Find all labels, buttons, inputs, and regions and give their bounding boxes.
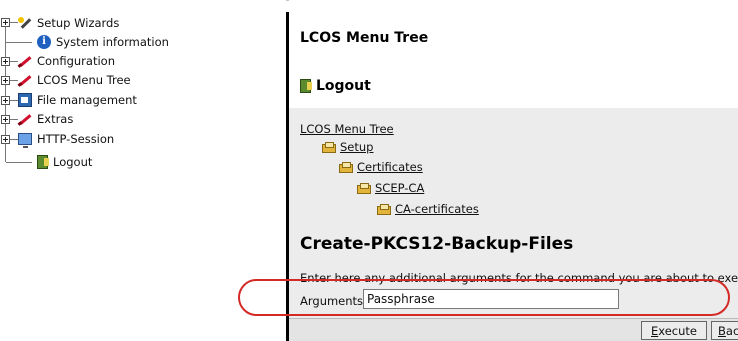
breadcrumb-scep-ca-link[interactable]: SCEP-CA: [357, 181, 424, 195]
sidebar-item-configuration[interactable]: Configuration: [18, 53, 115, 69]
logout-icon: [300, 79, 312, 93]
file-management-icon: [18, 93, 32, 107]
execute-button[interactable]: Execute: [641, 321, 707, 340]
expand-file-management-icon[interactable]: [1, 96, 10, 105]
sidebar-item-label: LCOS Menu Tree: [37, 73, 131, 87]
tree-branch: [10, 139, 18, 140]
expand-configuration-icon[interactable]: [1, 57, 10, 66]
folder-icon: [339, 161, 354, 173]
breadcrumb-root-link[interactable]: LCOS Menu Tree: [300, 122, 394, 136]
info-icon: i: [37, 35, 51, 49]
sidebar-item-label: Setup Wizards: [37, 16, 120, 30]
tree-branch: [6, 162, 32, 163]
sidebar-item-lcos-menu-tree[interactable]: LCOS Menu Tree: [18, 72, 131, 88]
sidebar-item-label: HTTP-Session: [37, 132, 115, 146]
tree-branch: [10, 22, 18, 23]
sidebar-item-label: File management: [37, 93, 137, 107]
back-button[interactable]: Back: [711, 321, 738, 340]
expand-setup-wizards-icon[interactable]: [1, 18, 10, 27]
pen-icon: [18, 73, 32, 87]
sidebar-item-system-information[interactable]: i System information: [37, 34, 169, 50]
pen-icon: [18, 54, 32, 68]
logout-link[interactable]: Logout: [300, 78, 371, 94]
breadcrumb-label: Setup: [340, 140, 374, 154]
sidebar-item-extras[interactable]: Extras: [18, 111, 73, 127]
sidebar-item-setup-wizards[interactable]: Setup Wizards: [18, 15, 119, 31]
folder-icon: [377, 203, 392, 215]
expand-lcos-menu-tree-icon[interactable]: [1, 76, 10, 85]
logout-label: Logout: [316, 78, 371, 94]
folder-icon: [322, 141, 337, 153]
tree-branch: [10, 80, 18, 81]
tree-branch: [6, 42, 32, 43]
breadcrumb-label: Certificates: [357, 160, 423, 174]
wand-icon: [18, 16, 32, 30]
tree-branch: [10, 119, 18, 120]
button-bar: Execute Back: [289, 318, 738, 341]
section-heading: Create-PKCS12-Backup-Files: [300, 234, 574, 254]
breadcrumb-label: CA-certificates: [395, 202, 479, 216]
folder-icon: [357, 182, 372, 194]
breadcrumb-certificates-link[interactable]: Certificates: [339, 160, 423, 174]
sidebar-item-logout[interactable]: Logout: [37, 154, 92, 170]
tree-branch: [10, 61, 18, 62]
pen-icon: [18, 112, 32, 126]
sidebar-item-label: Configuration: [37, 54, 115, 68]
expand-extras-icon[interactable]: [1, 115, 10, 124]
breadcrumb-root-label: LCOS Menu Tree: [300, 122, 394, 136]
breadcrumb-label: SCEP-CA: [375, 181, 425, 195]
breadcrumb-ca-certificates-link[interactable]: CA-certificates: [377, 202, 479, 216]
highlight-annotation: [238, 279, 730, 316]
logout-icon: [37, 155, 49, 169]
sidebar-item-label: Logout: [53, 155, 93, 169]
sidebar-item-http-session[interactable]: HTTP-Session: [18, 131, 115, 148]
breadcrumb-setup-link[interactable]: Setup: [322, 140, 373, 154]
sidebar-item-label: Extras: [37, 112, 74, 126]
page-title: LCOS Menu Tree: [300, 30, 429, 46]
sidebar-item-label: System information: [56, 35, 169, 49]
header-area: LCOS Menu Tree Logout: [289, 0, 738, 108]
tree-branch: [10, 100, 18, 101]
sidebar-item-file-management[interactable]: File management: [18, 92, 137, 108]
expand-http-session-icon[interactable]: [1, 135, 10, 144]
monitor-icon: [18, 133, 32, 148]
